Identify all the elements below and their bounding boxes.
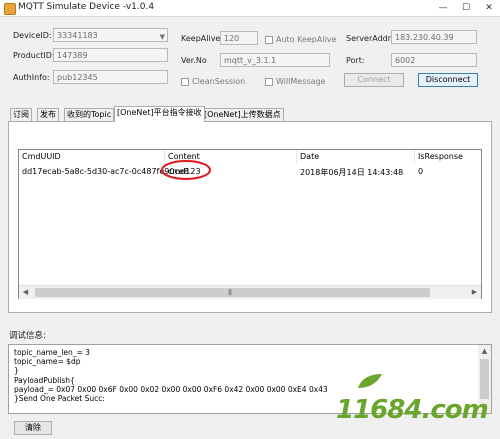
log-line: topic_name_len_= 3 <box>14 348 90 357</box>
scroll-thumb[interactable]: ||| <box>35 288 430 297</box>
watermark: 11684.com <box>336 395 489 425</box>
column-header-date[interactable]: Date <box>297 150 415 163</box>
auto-keepalive-label: Auto KeepAlive <box>276 35 337 44</box>
grip-icon: ||| <box>228 289 232 296</box>
tab-subscribe[interactable]: 订阅 <box>10 108 32 121</box>
tab-publish[interactable]: 发布 <box>37 108 59 121</box>
connect-button[interactable]: Connect <box>344 73 404 87</box>
close-button[interactable]: ✕ <box>478 0 500 16</box>
log-line: topic_name= $dp <box>14 357 81 366</box>
server-addr-field[interactable]: 183.230.40.39 <box>391 30 477 44</box>
auth-info-field[interactable]: pub12345 <box>53 70 168 84</box>
column-header-cmduuid[interactable]: CmdUUID <box>19 150 165 163</box>
cell-isresponse: 0 <box>418 167 424 176</box>
log-line: payload_= 0x07 0x00 0x6F 0x00 0x02 0x00 … <box>14 385 328 394</box>
version-label: Ver.No <box>181 56 207 65</box>
maximize-button[interactable]: ☐ <box>455 0 477 16</box>
disconnect-button[interactable]: Disconnect <box>418 73 478 87</box>
window-title: MQTT Simulate Device -v1.0.4 <box>18 2 155 12</box>
scroll-thumb[interactable] <box>480 359 489 399</box>
tab-onenet-command-receive[interactable]: [OneNet]平台指令接收 <box>114 106 205 122</box>
auth-info-label: AuthInfo: <box>13 73 50 82</box>
tab-onenet-upload-datapoint[interactable]: [OneNet]上传数据点 <box>201 108 284 121</box>
will-message-label: WillMessage <box>276 77 326 86</box>
tab-received-topic[interactable]: 收到的Topic <box>64 108 115 121</box>
column-header-isresponse[interactable]: IsResponse <box>415 150 481 163</box>
product-id-label: ProductID: <box>13 51 55 60</box>
minimize-button[interactable]: — <box>432 0 454 16</box>
log-line: } <box>14 366 19 375</box>
clear-button[interactable]: 清除 <box>14 421 52 435</box>
leaf-icon <box>358 374 382 388</box>
debug-label: 调试信息: <box>9 331 46 341</box>
title-bar: MQTT Simulate Device -v1.0.4 — ☐ ✕ <box>0 0 500 17</box>
command-table[interactable]: CmdUUID Content Date IsResponse dd17ecab… <box>18 149 482 299</box>
version-field[interactable]: mqtt_v_3.1.1 <box>220 53 330 67</box>
chevron-down-icon[interactable]: ▼ <box>160 30 165 41</box>
device-id-label: DeviceID: <box>13 31 52 40</box>
log-line: PayloadPublish{ <box>14 376 75 385</box>
checkbox-box[interactable] <box>265 77 273 86</box>
highlight-ellipse <box>161 160 211 180</box>
cell-date: 2018年06月14日 14:43:48 <box>300 168 404 177</box>
clean-session-label: CleanSession <box>192 77 246 86</box>
device-id-combo[interactable]: 33341183 ▼ <box>53 28 168 42</box>
auto-keepalive-checkbox[interactable]: Auto KeepAlive <box>265 35 336 44</box>
scroll-right-icon[interactable]: ▶ <box>468 286 481 299</box>
port-label: Port: <box>346 56 365 65</box>
horizontal-scrollbar[interactable]: ◀ ||| ▶ <box>19 285 481 299</box>
log-line: }Send One Packet Succ: <box>14 394 105 403</box>
clean-session-checkbox[interactable]: CleanSession <box>181 77 245 86</box>
will-message-checkbox[interactable]: WillMessage <box>265 77 325 86</box>
keepalive-field[interactable]: 120 <box>220 31 258 45</box>
scroll-up-icon[interactable]: ▲ <box>478 345 491 357</box>
device-id-value: 33341183 <box>57 31 98 40</box>
checkbox-box[interactable] <box>181 77 189 86</box>
product-id-field[interactable]: 147389 <box>53 48 168 62</box>
checkbox-box[interactable] <box>265 35 273 44</box>
server-addr-label: ServerAddr: <box>346 34 394 43</box>
keepalive-label: KeepAlive: <box>181 34 224 43</box>
scroll-left-icon[interactable]: ◀ <box>19 286 32 299</box>
app-icon <box>4 3 16 15</box>
port-field[interactable]: 6002 <box>391 53 477 67</box>
